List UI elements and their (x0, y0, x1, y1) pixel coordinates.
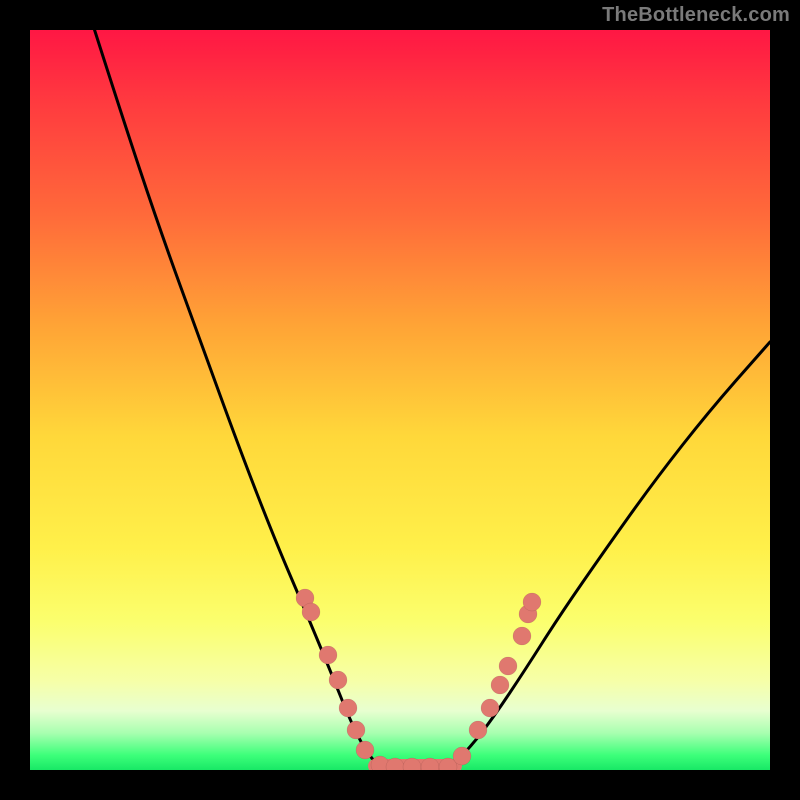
highlight-dot (523, 593, 541, 611)
curves-svg (30, 30, 770, 770)
plot-area (30, 30, 770, 770)
highlight-dot (513, 627, 531, 645)
highlight-dot (481, 699, 499, 717)
highlight-dot (319, 646, 337, 664)
chart-stage: TheBottleneck.com (0, 0, 800, 800)
highlight-dot (339, 699, 357, 717)
highlight-dot (453, 747, 471, 765)
highlight-dot (469, 721, 487, 739)
highlight-dots-group (296, 589, 541, 770)
highlight-dot (302, 603, 320, 621)
highlight-dot (491, 676, 509, 694)
watermark-text: TheBottleneck.com (602, 4, 790, 27)
highlight-dot (356, 741, 374, 759)
highlight-dot (329, 671, 347, 689)
highlight-dot (347, 721, 365, 739)
highlight-dot (499, 657, 517, 675)
